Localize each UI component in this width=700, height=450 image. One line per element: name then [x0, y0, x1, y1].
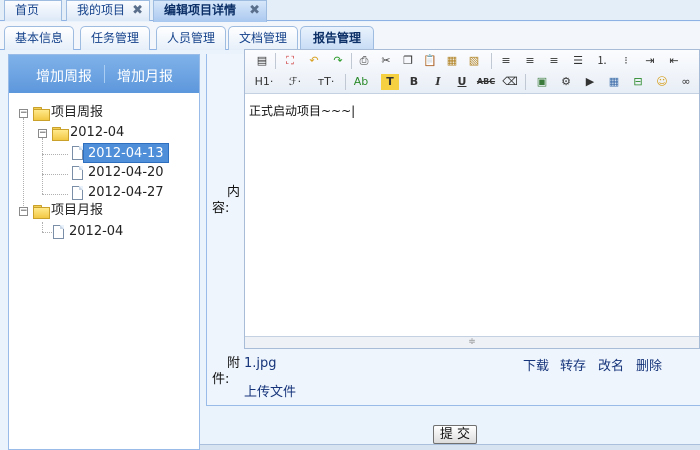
paste-icon[interactable]: 📋	[421, 53, 439, 69]
outdent-icon[interactable]: ⇤	[665, 53, 683, 69]
copy-icon[interactable]: ❐	[399, 53, 417, 69]
underline-button[interactable]: U	[453, 74, 471, 90]
save-as-link[interactable]: 转存	[560, 355, 586, 374]
collapse-toggle-icon[interactable]: −	[19, 109, 28, 118]
tab-report-management[interactable]: 报告管理	[300, 26, 374, 50]
tree-line	[42, 154, 68, 155]
strikethrough-button[interactable]: ABC	[475, 74, 497, 90]
fullscreen-icon[interactable]: ⛶	[281, 53, 299, 69]
attachment-label: 件:	[212, 372, 230, 387]
folder-icon	[52, 127, 69, 141]
italic-button[interactable]: I	[429, 74, 447, 90]
content-label: 容:	[212, 201, 230, 216]
divider	[525, 74, 526, 90]
tree-line	[42, 138, 43, 194]
tree-line	[42, 174, 68, 175]
tab-my-projects-label: 我的项目	[77, 3, 126, 17]
bottom-scrollbar[interactable]	[200, 444, 700, 450]
table-icon[interactable]: ▦	[605, 74, 623, 90]
rename-link[interactable]: 改名	[598, 355, 624, 374]
tree-line	[42, 194, 68, 195]
document-icon	[72, 166, 83, 180]
cut-icon[interactable]: ✂	[377, 53, 395, 69]
tree-node-2012-04-13[interactable]: 2012-04-13	[83, 143, 169, 163]
folder-icon	[33, 107, 50, 121]
print-icon[interactable]: ⎙	[355, 53, 373, 69]
upload-file-link[interactable]: 上传文件	[244, 381, 296, 400]
link-icon[interactable]: ∞	[677, 74, 695, 90]
collapse-toggle-icon[interactable]: −	[38, 129, 47, 138]
rich-text-editor: ▤ ⛶ ↶ ↷ ⎙ ✂ ❐ 📋 ▦ ▧ ≡ ≡ ≡ ☰ ⒈ ⁝ ⇥ ⇤ H1· …	[244, 49, 700, 349]
document-icon	[72, 186, 83, 200]
emoticon-icon[interactable]: ☺	[653, 74, 671, 90]
tab-edit-project[interactable]: 编辑项目详情 ✖	[153, 0, 267, 22]
source-icon[interactable]: ▤	[253, 53, 271, 69]
undo-icon[interactable]: ↶	[305, 53, 323, 69]
add-monthly-report-button[interactable]: 增加月报	[117, 66, 173, 86]
font-size-dropdown[interactable]: тT·	[313, 74, 339, 90]
close-icon[interactable]: ✖	[132, 1, 143, 20]
tree-node-2012-04-monthly[interactable]: 2012-04	[69, 222, 123, 242]
flash-icon[interactable]: ⚙	[557, 74, 575, 90]
horizontal-rule-icon[interactable]: ⊟	[629, 74, 647, 90]
editor-content[interactable]: 正式启动项目~~~|	[249, 102, 355, 119]
align-right-icon[interactable]: ≡	[545, 53, 563, 69]
bold-button[interactable]: B	[405, 74, 423, 90]
tab-staff-management[interactable]: 人员管理	[156, 26, 226, 50]
heading-dropdown[interactable]: H1·	[251, 74, 277, 90]
attachment-file-link[interactable]: 1.jpg	[244, 356, 277, 371]
divider	[345, 74, 346, 90]
tree-line	[23, 118, 24, 214]
tree-line	[42, 232, 52, 233]
document-icon	[53, 225, 64, 239]
divider	[104, 65, 105, 83]
editor-resize-handle[interactable]: ≑	[245, 336, 699, 348]
tree-node-weekly-reports[interactable]: 项目周报	[51, 103, 103, 123]
tab-home[interactable]: 首页	[4, 0, 62, 21]
folder-icon	[33, 205, 50, 219]
editor-toolbar: ▤ ⛶ ↶ ↷ ⎙ ✂ ❐ 📋 ▦ ▧ ≡ ≡ ≡ ☰ ⒈ ⁝ ⇥ ⇤ H1· …	[245, 50, 699, 94]
download-link[interactable]: 下载	[523, 355, 549, 374]
tab-document-management[interactable]: 文档管理	[228, 26, 298, 50]
unordered-list-icon[interactable]: ⁝	[617, 53, 635, 69]
document-icon	[72, 146, 83, 160]
sub-tab-bar: 基本信息 任务管理 人员管理 文档管理 报告管理	[0, 22, 700, 50]
tab-edit-project-label: 编辑项目详情	[164, 3, 237, 17]
left-button-bar: 增加周报 增加月报	[9, 55, 199, 93]
tree-node-2012-04[interactable]: 2012-04	[70, 123, 124, 143]
collapse-toggle-icon[interactable]: −	[19, 207, 28, 216]
tab-task-management[interactable]: 任务管理	[80, 26, 150, 50]
report-tree-panel: 增加周报 增加月报 − 项目周报 − 2012-04 2012-04-13 20…	[8, 54, 200, 450]
delete-link[interactable]: 删除	[636, 355, 662, 374]
add-weekly-report-button[interactable]: 增加周报	[36, 66, 92, 86]
indent-icon[interactable]: ⇥	[641, 53, 659, 69]
redo-icon[interactable]: ↷	[329, 53, 347, 69]
top-tab-bar: 首页 我的项目 ✖ 编辑项目详情 ✖	[0, 0, 700, 22]
highlight-color-button[interactable]: T	[381, 74, 399, 90]
divider	[491, 53, 492, 69]
align-justify-icon[interactable]: ☰	[569, 53, 587, 69]
close-icon[interactable]: ✖	[249, 1, 260, 20]
eraser-icon[interactable]: ⌫	[501, 74, 519, 90]
paste-word-icon[interactable]: ▧	[465, 53, 483, 69]
divider	[351, 53, 352, 69]
tree-node-monthly-reports[interactable]: 项目月报	[51, 201, 103, 221]
font-family-dropdown[interactable]: ℱ·	[283, 74, 307, 90]
tab-home-label: 首页	[15, 3, 40, 17]
tree-line	[42, 222, 43, 232]
submit-button[interactable]: 提 交	[433, 425, 477, 444]
tree-node-2012-04-20[interactable]: 2012-04-20	[88, 163, 164, 183]
ordered-list-icon[interactable]: ⒈	[593, 53, 611, 69]
align-center-icon[interactable]: ≡	[521, 53, 539, 69]
tab-my-projects[interactable]: 我的项目 ✖	[66, 0, 150, 21]
font-color-button[interactable]: Ab	[351, 74, 371, 90]
align-left-icon[interactable]: ≡	[497, 53, 515, 69]
tree-node-2012-04-27[interactable]: 2012-04-27	[88, 183, 164, 203]
paste-text-icon[interactable]: ▦	[443, 53, 461, 69]
divider	[275, 53, 276, 69]
image-icon[interactable]: ▣	[533, 74, 551, 90]
media-icon[interactable]: ▶	[581, 74, 599, 90]
tab-basic-info[interactable]: 基本信息	[4, 26, 74, 50]
